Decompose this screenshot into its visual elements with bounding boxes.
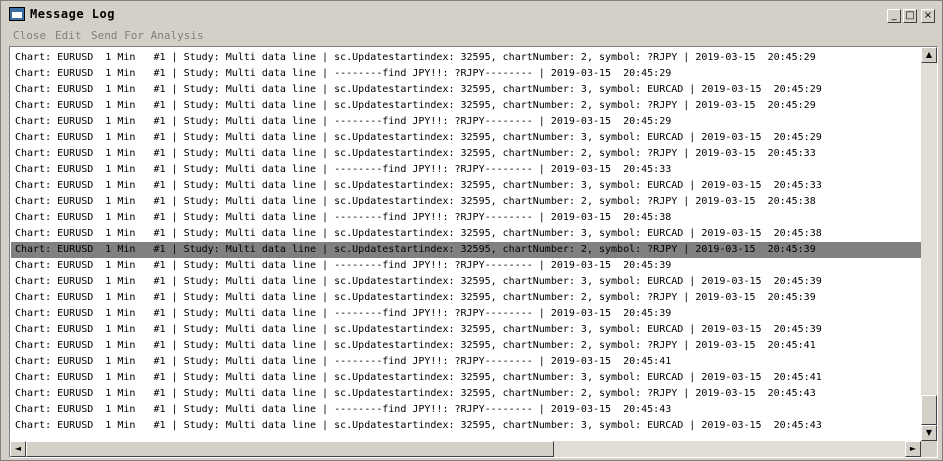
- horizontal-scroll-thumb[interactable]: [26, 441, 554, 457]
- horizontal-scrollbar[interactable]: ◄ ►: [10, 441, 921, 457]
- log-line[interactable]: Chart: EURUSD 1 Min #1 | Study: Multi da…: [11, 82, 921, 98]
- log-line[interactable]: Chart: EURUSD 1 Min #1 | Study: Multi da…: [11, 370, 921, 386]
- log-line[interactable]: Chart: EURUSD 1 Min #1 | Study: Multi da…: [11, 402, 921, 418]
- log-line[interactable]: Chart: EURUSD 1 Min #1 | Study: Multi da…: [11, 418, 921, 434]
- title-bar[interactable]: Message Log _ □ ×: [3, 4, 940, 26]
- menu-edit[interactable]: Edit: [55, 29, 82, 42]
- scroll-left-icon[interactable]: ◄: [10, 441, 26, 457]
- log-text-area[interactable]: Chart: EURUSD 1 Min #1 | Study: Multi da…: [11, 48, 921, 440]
- log-line[interactable]: Chart: EURUSD 1 Min #1 | Study: Multi da…: [11, 98, 921, 114]
- log-line-selected[interactable]: Chart: EURUSD 1 Min #1 | Study: Multi da…: [11, 242, 921, 258]
- log-panel: Chart: EURUSD 1 Min #1 | Study: Multi da…: [9, 46, 938, 458]
- log-line[interactable]: Chart: EURUSD 1 Min #1 | Study: Multi da…: [11, 50, 921, 66]
- minimize-button[interactable]: _: [887, 9, 901, 23]
- log-line[interactable]: Chart: EURUSD 1 Min #1 | Study: Multi da…: [11, 130, 921, 146]
- message-log-window: Message Log _ □ × Close Edit Send For An…: [0, 0, 943, 461]
- log-line[interactable]: Chart: EURUSD 1 Min #1 | Study: Multi da…: [11, 306, 921, 322]
- window-title: Message Log: [30, 7, 115, 21]
- menu-send-for-analysis[interactable]: Send For Analysis: [91, 29, 204, 42]
- message-log-icon: [9, 7, 25, 21]
- vertical-scrollbar[interactable]: ▲ ▼: [921, 47, 937, 441]
- log-line[interactable]: Chart: EURUSD 1 Min #1 | Study: Multi da…: [11, 114, 921, 130]
- menu-close[interactable]: Close: [13, 29, 46, 42]
- scroll-up-icon[interactable]: ▲: [921, 47, 937, 63]
- log-line[interactable]: Chart: EURUSD 1 Min #1 | Study: Multi da…: [11, 226, 921, 242]
- log-line[interactable]: Chart: EURUSD 1 Min #1 | Study: Multi da…: [11, 354, 921, 370]
- vertical-scroll-thumb[interactable]: [921, 395, 937, 425]
- scrollbar-corner: [921, 441, 937, 457]
- log-line[interactable]: Chart: EURUSD 1 Min #1 | Study: Multi da…: [11, 66, 921, 82]
- close-button[interactable]: ×: [921, 9, 935, 23]
- menu-bar: Close Edit Send For Analysis: [3, 28, 940, 46]
- log-line[interactable]: Chart: EURUSD 1 Min #1 | Study: Multi da…: [11, 322, 921, 338]
- maximize-button[interactable]: □: [903, 9, 917, 23]
- log-line[interactable]: Chart: EURUSD 1 Min #1 | Study: Multi da…: [11, 210, 921, 226]
- log-line[interactable]: Chart: EURUSD 1 Min #1 | Study: Multi da…: [11, 162, 921, 178]
- log-line[interactable]: Chart: EURUSD 1 Min #1 | Study: Multi da…: [11, 274, 921, 290]
- scroll-down-icon[interactable]: ▼: [921, 425, 937, 441]
- scroll-right-icon[interactable]: ►: [905, 441, 921, 457]
- log-line[interactable]: Chart: EURUSD 1 Min #1 | Study: Multi da…: [11, 146, 921, 162]
- log-line[interactable]: Chart: EURUSD 1 Min #1 | Study: Multi da…: [11, 178, 921, 194]
- log-line[interactable]: Chart: EURUSD 1 Min #1 | Study: Multi da…: [11, 386, 921, 402]
- log-line[interactable]: Chart: EURUSD 1 Min #1 | Study: Multi da…: [11, 258, 921, 274]
- log-line[interactable]: Chart: EURUSD 1 Min #1 | Study: Multi da…: [11, 194, 921, 210]
- log-line[interactable]: Chart: EURUSD 1 Min #1 | Study: Multi da…: [11, 290, 921, 306]
- log-line[interactable]: Chart: EURUSD 1 Min #1 | Study: Multi da…: [11, 338, 921, 354]
